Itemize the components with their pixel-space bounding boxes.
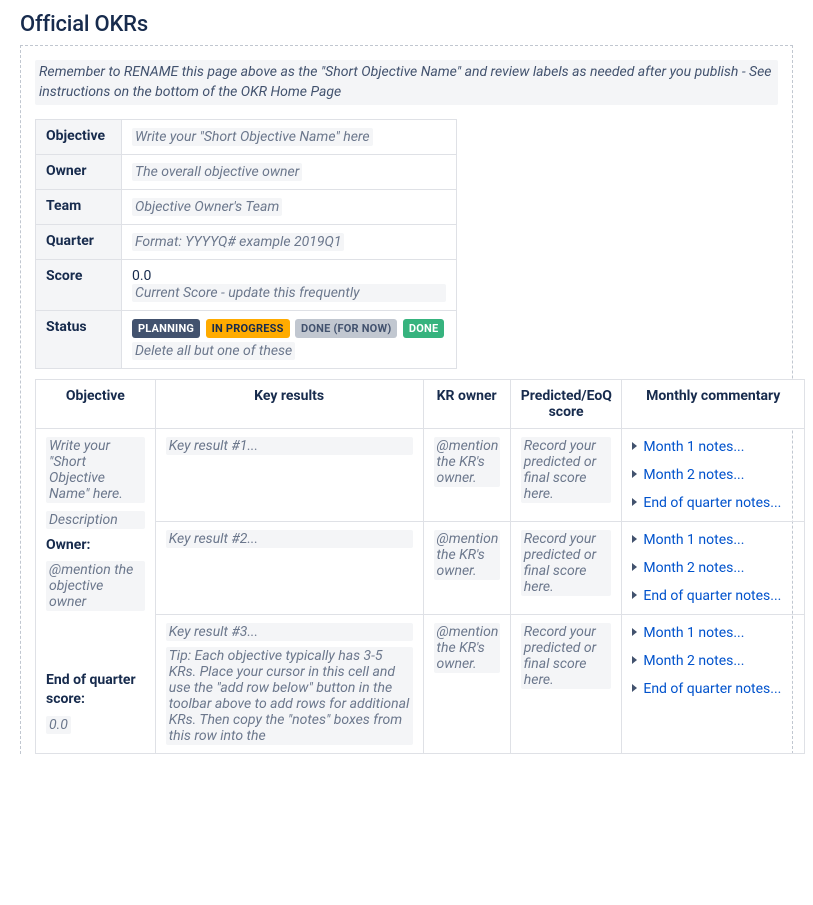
month2-notes-link[interactable]: Month 2 notes... [643,467,744,483]
chevron-right-icon[interactable] [632,591,637,599]
rename-reminder-banner: Remember to RENAME this page above as th… [35,60,778,105]
kr-score-placeholder: Record your predicted or final score her… [521,530,612,596]
month2-notes-link[interactable]: Month 2 notes... [643,560,744,576]
objective-name-placeholder: Write your "Short Objective Name" here. [46,437,145,503]
month1-notes-link[interactable]: Month 1 notes... [643,439,744,455]
month1-notes-link[interactable]: Month 1 notes... [643,532,744,548]
meta-value-team[interactable]: Objective Owner's Team [122,189,457,224]
kr-placeholder: Key result #2... [166,530,413,548]
kr-score-cell[interactable]: Record your predicted or final score her… [510,614,622,753]
page-title: Official OKRs [20,12,793,37]
placeholder: Objective Owner's Team [132,198,282,216]
owner-label: Owner: [46,537,145,553]
meta-value-score[interactable]: 0.0 Current Score - update this frequent… [122,259,457,310]
meta-value-status[interactable]: PLANNING IN PROGRESS DONE (FOR NOW) DONE… [122,310,457,368]
kr-tip-placeholder: Tip: Each objective typically has 3-5 KR… [166,647,413,745]
meta-label-status: Status [36,310,122,368]
status-chip-planning[interactable]: PLANNING [132,319,200,338]
score-value: 0.0 [132,268,151,284]
objective-owner-placeholder: @mention the objective owner [46,561,145,611]
meta-label-score: Score [36,259,122,310]
okr-detail-table: Objective Key results KR owner Predicted… [35,379,805,754]
kr-placeholder: Key result #1... [166,437,413,455]
chevron-right-icon[interactable] [632,498,637,506]
kr-cell[interactable]: Key result #3... Tip: Each objective typ… [155,614,423,753]
objective-description-placeholder: Description [46,511,145,529]
commentary-cell[interactable]: Month 1 notes... Month 2 notes... End of… [622,614,805,753]
chevron-right-icon[interactable] [632,684,637,692]
placeholder: The overall objective owner [132,163,302,181]
kr-score-placeholder: Record your predicted or final score her… [521,437,612,503]
meta-value-objective[interactable]: Write your "Short Objective Name" here [122,119,457,154]
eoq-notes-link[interactable]: End of quarter notes... [643,681,781,697]
kr-score-placeholder: Record your predicted or final score her… [521,623,612,689]
kr-owner-cell[interactable]: @mention the KR's owner. [423,521,510,614]
kr-score-cell[interactable]: Record your predicted or final score her… [510,521,622,614]
month1-notes-link[interactable]: Month 1 notes... [643,625,744,641]
chevron-right-icon[interactable] [632,628,637,636]
kr-owner-cell[interactable]: @mention the KR's owner. [423,428,510,521]
meta-label-owner: Owner [36,154,122,189]
meta-label-objective: Objective [36,119,122,154]
placeholder: Current Score - update this frequently [132,284,446,302]
kr-owner-placeholder: @mention the KR's owner. [434,530,500,580]
meta-value-quarter[interactable]: Format: YYYYQ# example 2019Q1 [122,224,457,259]
col-header-kr-owner: KR owner [423,379,510,428]
status-delete-hint: Delete all but one of these [132,342,295,360]
placeholder: Write your "Short Objective Name" here [132,128,373,146]
eoq-notes-link[interactable]: End of quarter notes... [643,495,781,511]
kr-owner-placeholder: @mention the KR's owner. [434,623,500,673]
commentary-cell[interactable]: Month 1 notes... Month 2 notes... End of… [622,521,805,614]
eoq-notes-link[interactable]: End of quarter notes... [643,588,781,604]
okr-panel: Remember to RENAME this page above as th… [20,45,793,754]
commentary-cell[interactable]: Month 1 notes... Month 2 notes... End of… [622,428,805,521]
kr-score-cell[interactable]: Record your predicted or final score her… [510,428,622,521]
kr-placeholder: Key result #3... [166,623,413,641]
kr-owner-cell[interactable]: @mention the KR's owner. [423,614,510,753]
kr-owner-placeholder: @mention the KR's owner. [434,437,500,487]
status-chip-done-for-now[interactable]: DONE (FOR NOW) [295,319,397,338]
eoq-score-placeholder: 0.0 [46,716,71,734]
month2-notes-link[interactable]: Month 2 notes... [643,653,744,669]
okr-meta-table: Objective Write your "Short Objective Na… [35,119,457,369]
eoq-score-label: End of quarter score: [46,671,145,710]
table-row: Write your "Short Objective Name" here. … [36,428,805,521]
chevron-right-icon[interactable] [632,656,637,664]
chevron-right-icon[interactable] [632,442,637,450]
chevron-right-icon[interactable] [632,535,637,543]
col-header-objective: Objective [36,379,156,428]
chevron-right-icon[interactable] [632,470,637,478]
kr-cell[interactable]: Key result #2... [155,521,423,614]
meta-label-quarter: Quarter [36,224,122,259]
status-chip-in-progress[interactable]: IN PROGRESS [206,319,290,338]
col-header-commentary: Monthly commentary [622,379,805,428]
objective-cell[interactable]: Write your "Short Objective Name" here. … [36,428,156,753]
kr-cell[interactable]: Key result #1... [155,428,423,521]
placeholder: Format: YYYYQ# example 2019Q1 [132,233,344,251]
col-header-key-results: Key results [155,379,423,428]
chevron-right-icon[interactable] [632,563,637,571]
meta-value-owner[interactable]: The overall objective owner [122,154,457,189]
meta-label-team: Team [36,189,122,224]
col-header-score: Predicted/EoQ score [510,379,622,428]
status-chip-done[interactable]: DONE [403,319,444,338]
